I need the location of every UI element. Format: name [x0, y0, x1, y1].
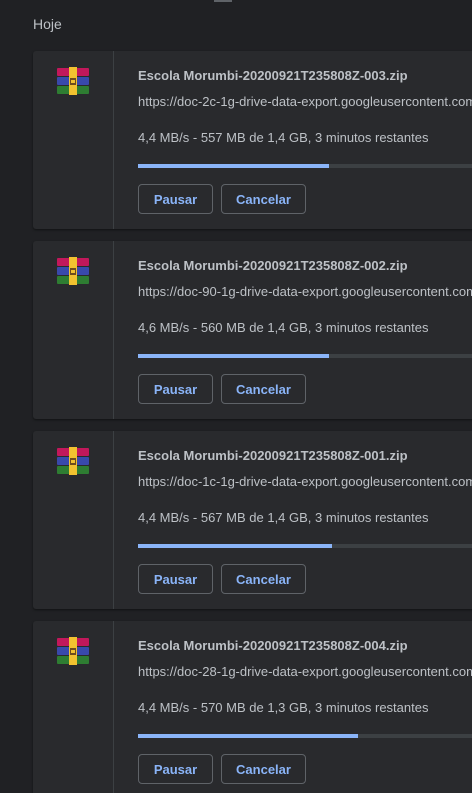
cancel-button[interactable]: Cancelar: [221, 564, 306, 594]
progress-fill: [138, 544, 333, 548]
winrar-archive-icon[interactable]: [57, 637, 89, 665]
download-status: 4,4 MB/s - 570 MB de 1,3 GB, 3 minutos r…: [138, 700, 429, 715]
winrar-archive-icon[interactable]: [57, 447, 89, 475]
download-item: Escola Morumbi-20200921T235808Z-004.zip …: [33, 621, 472, 793]
downloads-page: Hoje Escola Morumbi-20200921T235808Z-003…: [0, 0, 472, 793]
cancel-button[interactable]: Cancelar: [221, 184, 306, 214]
file-url[interactable]: https://doc-28-1g-drive-data-export.goog…: [138, 664, 472, 679]
section-title: Hoje: [33, 16, 62, 32]
download-item: Escola Morumbi-20200921T235808Z-002.zip …: [33, 241, 472, 419]
file-url[interactable]: https://doc-2c-1g-drive-data-export.goog…: [138, 94, 472, 109]
progress-fill: [138, 734, 358, 738]
download-item: Escola Morumbi-20200921T235808Z-001.zip …: [33, 431, 472, 609]
file-url[interactable]: https://doc-1c-1g-drive-data-export.goog…: [138, 474, 472, 489]
pause-button[interactable]: Pausar: [138, 374, 213, 404]
download-status: 4,6 MB/s - 560 MB de 1,4 GB, 3 minutos r…: [138, 320, 429, 335]
pause-button[interactable]: Pausar: [138, 754, 213, 784]
card-divider: [113, 51, 114, 229]
progress-fill: [138, 164, 329, 168]
winrar-archive-icon[interactable]: [57, 67, 89, 95]
download-status: 4,4 MB/s - 557 MB de 1,4 GB, 3 minutos r…: [138, 130, 429, 145]
download-status: 4,4 MB/s - 567 MB de 1,4 GB, 3 minutos r…: [138, 510, 429, 525]
pause-button[interactable]: Pausar: [138, 564, 213, 594]
pause-button[interactable]: Pausar: [138, 184, 213, 214]
card-divider: [113, 241, 114, 419]
progress-bar: [138, 164, 472, 168]
progress-bar: [138, 354, 472, 358]
card-divider: [113, 621, 114, 793]
progress-fill: [138, 354, 329, 358]
file-name-link[interactable]: Escola Morumbi-20200921T235808Z-003.zip: [138, 68, 408, 83]
download-item: Escola Morumbi-20200921T235808Z-003.zip …: [33, 51, 472, 229]
cancel-button[interactable]: Cancelar: [221, 754, 306, 784]
file-name-link[interactable]: Escola Morumbi-20200921T235808Z-002.zip: [138, 258, 408, 273]
file-url[interactable]: https://doc-90-1g-drive-data-export.goog…: [138, 284, 472, 299]
progress-bar: [138, 544, 472, 548]
card-divider: [113, 431, 114, 609]
cancel-button[interactable]: Cancelar: [221, 374, 306, 404]
winrar-archive-icon[interactable]: [57, 257, 89, 285]
file-name-link[interactable]: Escola Morumbi-20200921T235808Z-001.zip: [138, 448, 408, 463]
toolbar-edge: [214, 0, 232, 2]
file-name-link[interactable]: Escola Morumbi-20200921T235808Z-004.zip: [138, 638, 408, 653]
progress-bar: [138, 734, 472, 738]
